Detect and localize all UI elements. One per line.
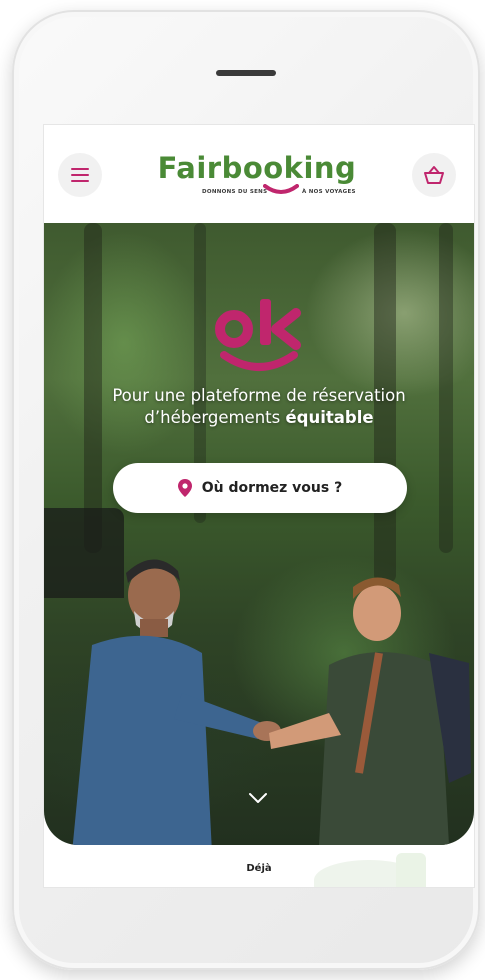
- where-to-sleep-label: Où dormez vous ?: [201, 480, 343, 496]
- tagline-line2-prefix: d’hébergements: [144, 408, 286, 427]
- hamburger-icon: [71, 168, 89, 182]
- where-to-sleep-button[interactable]: Où dormez vous ?: [113, 463, 407, 513]
- hero-section: Pour une plateforme de réservation d’héb…: [44, 223, 474, 845]
- brand-name: Fairbooking: [157, 151, 357, 185]
- hero-tagline: Pour une plateforme de réservation d’héb…: [44, 385, 474, 429]
- section-heading-partial: Déjà: [246, 863, 272, 874]
- phone-speaker: [216, 70, 276, 76]
- menu-button[interactable]: [58, 153, 102, 197]
- brand-tagline-right: À NOS VOYAGES: [302, 189, 356, 195]
- brand-logo[interactable]: Fairbooking DONNONS DU SENS À NOS VOYAGE…: [152, 151, 362, 213]
- location-pin-icon: [177, 479, 192, 497]
- ok-logo: [215, 299, 301, 371]
- brand-tagline-left: DONNONS DU SENS: [202, 189, 268, 195]
- basket-button[interactable]: [412, 153, 456, 197]
- basket-icon: [424, 166, 444, 184]
- chevron-down-icon[interactable]: [247, 791, 269, 805]
- phone-frame: Fairbooking DONNONS DU SENS À NOS VOYAGE…: [12, 10, 480, 970]
- tagline-highlight: équitable: [285, 408, 374, 427]
- app-header: Fairbooking DONNONS DU SENS À NOS VOYAGE…: [44, 125, 474, 223]
- tagline-line2: d’hébergements équitable: [44, 407, 474, 429]
- smile-icon: [263, 184, 299, 194]
- tagline-line1: Pour une plateforme de réservation: [112, 386, 406, 405]
- app-screen: Fairbooking DONNONS DU SENS À NOS VOYAGE…: [44, 125, 474, 887]
- man-right-illustration: [269, 577, 471, 845]
